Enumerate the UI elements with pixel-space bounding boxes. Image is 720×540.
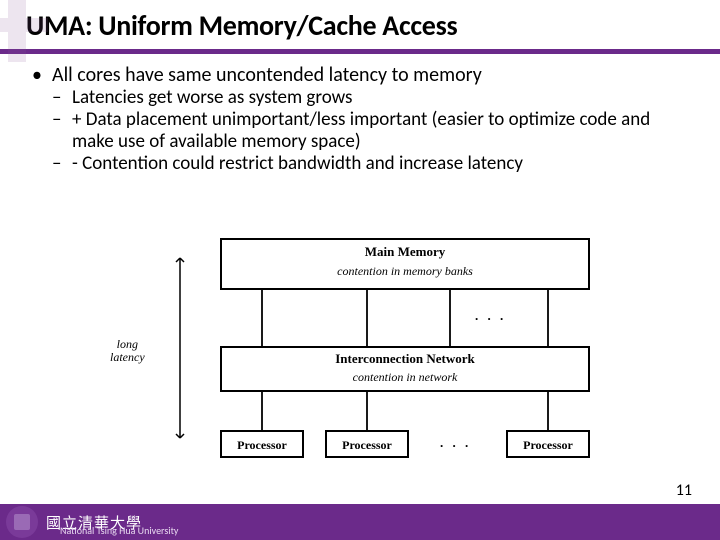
title-area: UMA: Uniform Memory/Cache Access (0, 0, 720, 47)
dots-top: . . . (475, 308, 506, 324)
slide: UMA: Uniform Memory/Cache Access All cor… (0, 0, 720, 540)
footer-university-en: National Tsing Hua University (60, 524, 178, 537)
dots-bottom: . . . (440, 435, 471, 451)
bullet-sub-3: - Contention could restrict bandwidth an… (52, 153, 690, 175)
slide-title: UMA: Uniform Memory/Cache Access (26, 8, 694, 43)
footer-bar: 國立清華大學 National Tsing Hua University (0, 504, 720, 540)
watermark-logo (0, 0, 68, 68)
bullet-main: All cores have same uncontended latency … (30, 64, 690, 174)
interconnection-title: Interconnection Network (222, 351, 588, 367)
university-logo-icon (6, 506, 38, 538)
main-memory-box: Main Memory contention in memory banks (220, 238, 590, 290)
processor-box-3: Processor (506, 430, 590, 458)
bullet-main-text: All cores have same uncontended latency … (52, 63, 482, 87)
content-area: All cores have same uncontended latency … (0, 54, 720, 174)
main-memory-title: Main Memory (222, 244, 588, 260)
architecture-diagram: long latency Main Memory contention in m… (120, 238, 620, 468)
main-memory-sub: contention in memory banks (222, 264, 588, 279)
bullet-sub-1: Latencies get worse as system grows (52, 87, 690, 109)
processor-box-2: Processor (325, 430, 409, 458)
processor-box-1: Processor (220, 430, 304, 458)
bullet-sub-2: + Data placement unimportant/less import… (52, 109, 690, 153)
interconnection-box: Interconnection Network contention in ne… (220, 346, 590, 392)
page-number: 11 (676, 481, 692, 500)
interconnection-sub: contention in network (222, 370, 588, 385)
